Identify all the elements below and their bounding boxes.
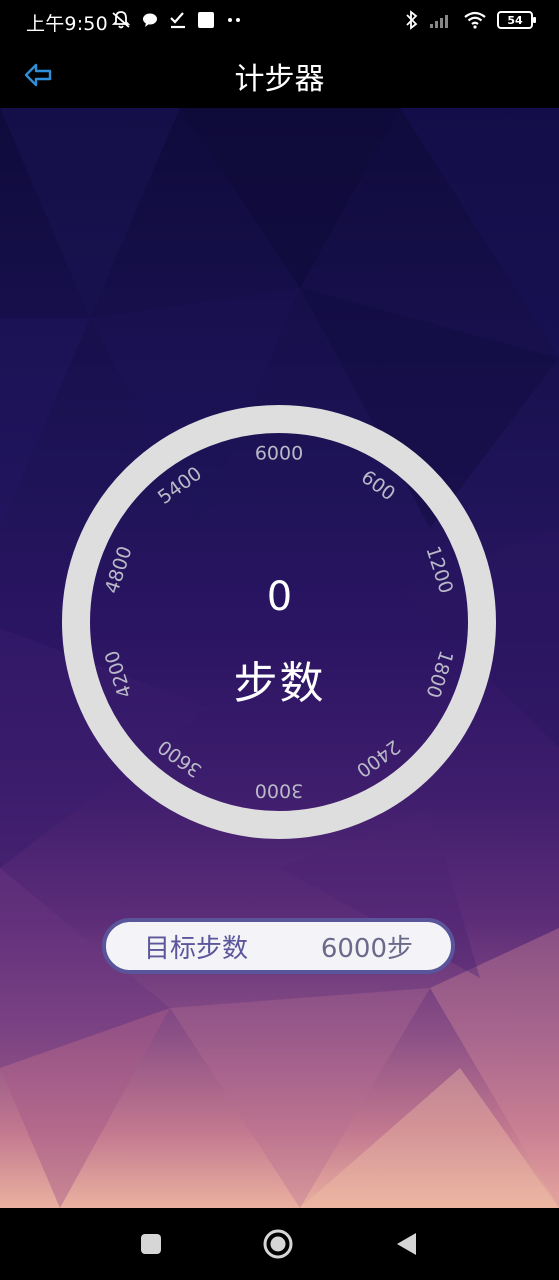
goal-steps-value: 6000步 bbox=[320, 933, 413, 964]
battery-level: 54 bbox=[507, 13, 523, 27]
main-background: 6000 600 1200 1800 2400 3000 3600 4200 4800 5400 … bbox=[0, 108, 559, 1208]
check-icon bbox=[170, 12, 185, 29]
status-bar: 上午9:50 54 bbox=[0, 0, 559, 42]
status-notifications bbox=[111, 10, 243, 30]
bluetooth-icon bbox=[406, 10, 418, 30]
dial-tick-label: 5400 bbox=[154, 463, 206, 509]
wifi-icon bbox=[464, 11, 486, 29]
back-icon bbox=[397, 1233, 416, 1255]
goal-steps-button[interactable]: 目标步数 6000步 bbox=[102, 918, 455, 974]
system-nav-bar bbox=[0, 1208, 559, 1280]
dial-tick-label: 600 bbox=[357, 466, 399, 505]
dial-tick-label: 2400 bbox=[352, 735, 404, 781]
status-time: 上午9:50 bbox=[26, 13, 108, 35]
status-system-icons: 54 bbox=[405, 10, 536, 30]
page-title: 计步器 bbox=[234, 62, 325, 97]
home-icon bbox=[263, 1229, 293, 1259]
battery-icon: 54 bbox=[497, 11, 536, 29]
recent-apps-icon bbox=[141, 1234, 161, 1254]
mute-bell-icon bbox=[111, 11, 131, 29]
dial-tick-label: 3000 bbox=[255, 780, 303, 802]
home-button[interactable] bbox=[262, 1228, 294, 1260]
step-count: 0 bbox=[266, 574, 293, 620]
app-header: 计步器 bbox=[0, 42, 559, 108]
goal-steps-label: 目标步数 bbox=[144, 933, 249, 964]
nav-back-button[interactable] bbox=[390, 1228, 422, 1260]
signal-icon bbox=[430, 15, 448, 28]
step-dial-scale: 600060012001800240030003600420048005400 bbox=[101, 443, 457, 802]
dial-tick-label: 6000 bbox=[255, 443, 303, 465]
square-icon bbox=[198, 12, 214, 28]
chat-bubble-icon bbox=[143, 13, 157, 27]
recent-apps-button[interactable] bbox=[135, 1228, 167, 1260]
step-unit-label: 步数 bbox=[233, 658, 326, 709]
dial-tick-label: 3600 bbox=[154, 735, 206, 781]
more-dots-icon bbox=[228, 18, 240, 22]
